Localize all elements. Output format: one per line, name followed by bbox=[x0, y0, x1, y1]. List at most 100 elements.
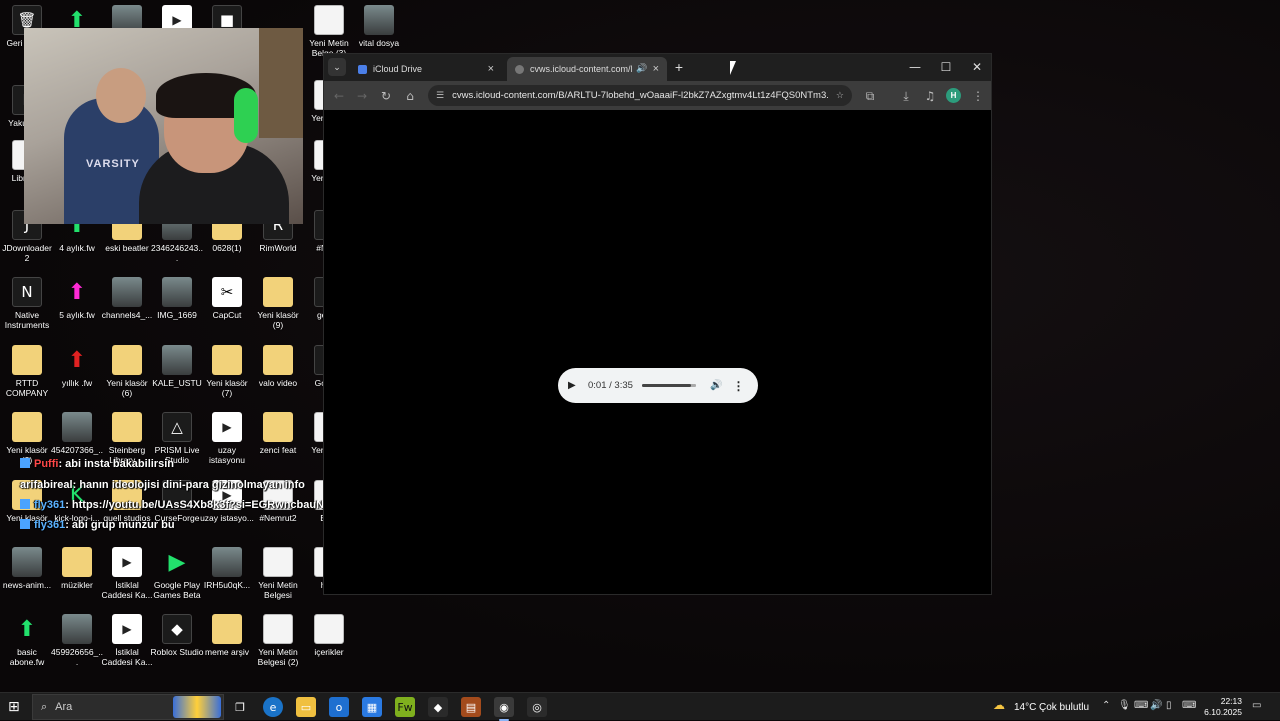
desktop-icon[interactable]: ⬆ yıllık .fw bbox=[50, 345, 104, 389]
new-tab-button[interactable]: + bbox=[670, 58, 688, 76]
desktop-icon-label: Yeni klasör (7) bbox=[206, 378, 248, 398]
home-button[interactable]: ⌂ bbox=[401, 87, 419, 105]
minimize-button[interactable]: — bbox=[903, 58, 927, 76]
profile-avatar[interactable]: H bbox=[946, 88, 961, 103]
desktop-icon-label: basic abone.fw bbox=[9, 647, 45, 667]
desktop-icon[interactable]: IRH5u0qK... bbox=[200, 547, 254, 590]
close-window-button[interactable]: ✕ bbox=[965, 58, 989, 76]
desktop-icon[interactable]: RTTD COMPANY bbox=[0, 345, 54, 398]
desktop-icon[interactable]: news-anim... bbox=[0, 547, 54, 590]
desktop-icon-label: RimWorld bbox=[259, 243, 297, 253]
edge-icon[interactable]: e bbox=[263, 697, 283, 717]
media-control-icon[interactable]: ♫ bbox=[921, 87, 939, 105]
tab-search-button[interactable]: ⌄ bbox=[328, 58, 346, 76]
task-view-icon[interactable]: ❐ bbox=[230, 697, 250, 717]
desktop-icon-label: Yeni klasör (9) bbox=[257, 310, 299, 330]
battery-icon[interactable]: ▯ bbox=[1166, 700, 1172, 711]
desktop-icon[interactable]: ▶ Google Play Games Beta bbox=[150, 547, 204, 601]
desktop-icon[interactable]: ▶ İstiklal Caddesi Ka... bbox=[100, 547, 154, 600]
desktop-icon[interactable]: KALE_USTU bbox=[150, 345, 204, 388]
desktop-icon[interactable]: IMG_1669 bbox=[150, 277, 204, 320]
keyboard-icon[interactable]: ⌨ bbox=[1182, 700, 1196, 711]
windows-start-icon[interactable]: ⊞ bbox=[8, 699, 24, 715]
play-icon[interactable]: ▶ bbox=[568, 380, 584, 391]
fireworks-icon[interactable]: Fw bbox=[395, 697, 415, 717]
audio-player[interactable]: ▶ 0:01 / 3:35 🔊 ⋮ bbox=[558, 368, 758, 403]
maximize-button[interactable]: ☐ bbox=[934, 58, 958, 76]
desktop-icon[interactable]: Yeni klasör (7) bbox=[200, 345, 254, 398]
desktop-icon[interactable]: Yeni Metin Belgesi bbox=[251, 547, 305, 600]
obs-icon[interactable]: ◎ bbox=[527, 697, 547, 717]
browser-toolbar: ← → ↻ ⌂ ☰ cvws.icloud-content.com/B/ARLT… bbox=[324, 81, 991, 110]
desktop-icon[interactable]: 459926656_... bbox=[50, 614, 104, 667]
network-icon[interactable]: ⌨ bbox=[1134, 700, 1148, 711]
chrome-icon[interactable]: ◉ bbox=[494, 697, 514, 721]
menu-icon[interactable]: ⋮ bbox=[969, 87, 987, 105]
desktop-icon[interactable]: vital dosya bbox=[352, 5, 406, 48]
desktop-icon[interactable]: Yeni klasör (9) bbox=[251, 277, 305, 330]
weather-icon[interactable]: ☁ bbox=[993, 698, 1005, 712]
notification-icon[interactable]: ▭ bbox=[1252, 700, 1261, 711]
close-tab-icon[interactable]: × bbox=[653, 63, 659, 75]
speaker-icon[interactable]: 🔊 bbox=[1150, 700, 1162, 711]
file-explorer-icon[interactable]: ▭ bbox=[296, 697, 316, 717]
volume-icon[interactable]: 🔊 bbox=[710, 380, 722, 391]
tab-icloud-content[interactable]: cvws.icloud-content.com/B/... 🔊 × bbox=[507, 57, 667, 81]
desktop-icon[interactable]: N Native Instruments bbox=[0, 277, 54, 330]
folder-icon bbox=[212, 614, 242, 644]
extensions-icon[interactable]: ⧉ bbox=[861, 87, 879, 105]
forward-button[interactable]: → bbox=[353, 87, 371, 105]
desktop-icon[interactable]: ⬆ 5 aylık.fw bbox=[50, 277, 104, 321]
address-bar[interactable]: ☰ cvws.icloud-content.com/B/ARLTU-7lobeh… bbox=[428, 85, 852, 106]
desktop-icon[interactable]: ⬆ basic abone.fw bbox=[0, 614, 54, 668]
more-options-icon[interactable]: ⋮ bbox=[732, 379, 744, 393]
weather-temp[interactable]: 14°C bbox=[1014, 693, 1036, 721]
back-button[interactable]: ← bbox=[330, 87, 348, 105]
desktop-icon[interactable]: channels4_... bbox=[100, 277, 154, 320]
image-icon bbox=[364, 5, 394, 35]
microphone-icon[interactable]: 🎙 bbox=[1118, 700, 1131, 711]
desktop-icon[interactable]: ▶ uzay istasyonu bbox=[200, 412, 254, 465]
site-info-icon[interactable]: ☰ bbox=[436, 91, 444, 101]
audio-playing-icon[interactable]: 🔊 bbox=[636, 64, 647, 74]
winrar-icon[interactable]: ▤ bbox=[461, 697, 481, 717]
desktop-icon[interactable]: ✂ CapCut bbox=[200, 277, 254, 320]
desktop-icon[interactable]: Yeni Metin Belgesi (2) bbox=[251, 614, 305, 667]
desktop-icon[interactable]: Yeni Metin Belge (3) bbox=[302, 5, 356, 58]
search-highlight-art[interactable] bbox=[173, 696, 221, 718]
url-text[interactable]: cvws.icloud-content.com/B/ARLTU-7lobehd_… bbox=[452, 90, 828, 101]
system-clock[interactable]: 22:13 6.10.2025 bbox=[1198, 696, 1242, 718]
download-icon[interactable]: ⤓ bbox=[897, 87, 915, 105]
webcam-shirt-text: VARSITY bbox=[86, 158, 140, 170]
desktop-icon-label: IMG_1669 bbox=[157, 310, 197, 320]
taskbar-search[interactable]: ⌕ Ara bbox=[32, 694, 224, 720]
reload-button[interactable]: ↻ bbox=[377, 87, 395, 105]
desktop-icon[interactable]: meme arşiv bbox=[200, 614, 254, 657]
desktop-icon[interactable]: zenci feat bbox=[251, 412, 305, 455]
capcut-icon: ✂ bbox=[212, 277, 242, 307]
desktop-icon[interactable]: Yeni klasör (6) bbox=[100, 345, 154, 398]
app-icon[interactable]: ◆ bbox=[428, 697, 448, 717]
desktop-icon[interactable]: müzikler bbox=[50, 547, 104, 590]
image-icon bbox=[62, 412, 92, 442]
outlook-icon[interactable]: o bbox=[329, 697, 349, 717]
progress-slider[interactable] bbox=[642, 384, 696, 387]
weather-desc[interactable]: Çok bulutlu bbox=[1039, 693, 1089, 721]
tab-icloud-drive[interactable]: iCloud Drive × bbox=[350, 57, 502, 81]
desktop-icon[interactable]: ▶ İstiklal Caddesi Ka... bbox=[100, 614, 154, 667]
browser-window: ⌄ iCloud Drive × cvws.icloud-content.com… bbox=[323, 53, 992, 595]
image-icon bbox=[12, 547, 42, 577]
chat-badge-icon bbox=[20, 519, 30, 529]
bookmark-star-icon[interactable]: ☆ bbox=[836, 91, 844, 101]
desktop-icon[interactable]: valo video bbox=[251, 345, 305, 388]
chat-message: fly361: abi grup munzur bu bbox=[20, 519, 175, 531]
desktop-icon[interactable]: içerikler bbox=[302, 614, 356, 657]
desktop-icon-label: Roblox Studio bbox=[150, 647, 204, 657]
chat-username: fly361 bbox=[34, 519, 66, 531]
desktop-icon[interactable]: ◆ Roblox Studio bbox=[150, 614, 204, 657]
close-tab-icon[interactable]: × bbox=[488, 63, 494, 75]
folder-icon bbox=[62, 547, 92, 577]
folder-icon bbox=[263, 277, 293, 307]
store-icon[interactable]: ▦ bbox=[362, 697, 382, 717]
show-hidden-icons-icon[interactable]: ⌃ bbox=[1102, 700, 1110, 711]
